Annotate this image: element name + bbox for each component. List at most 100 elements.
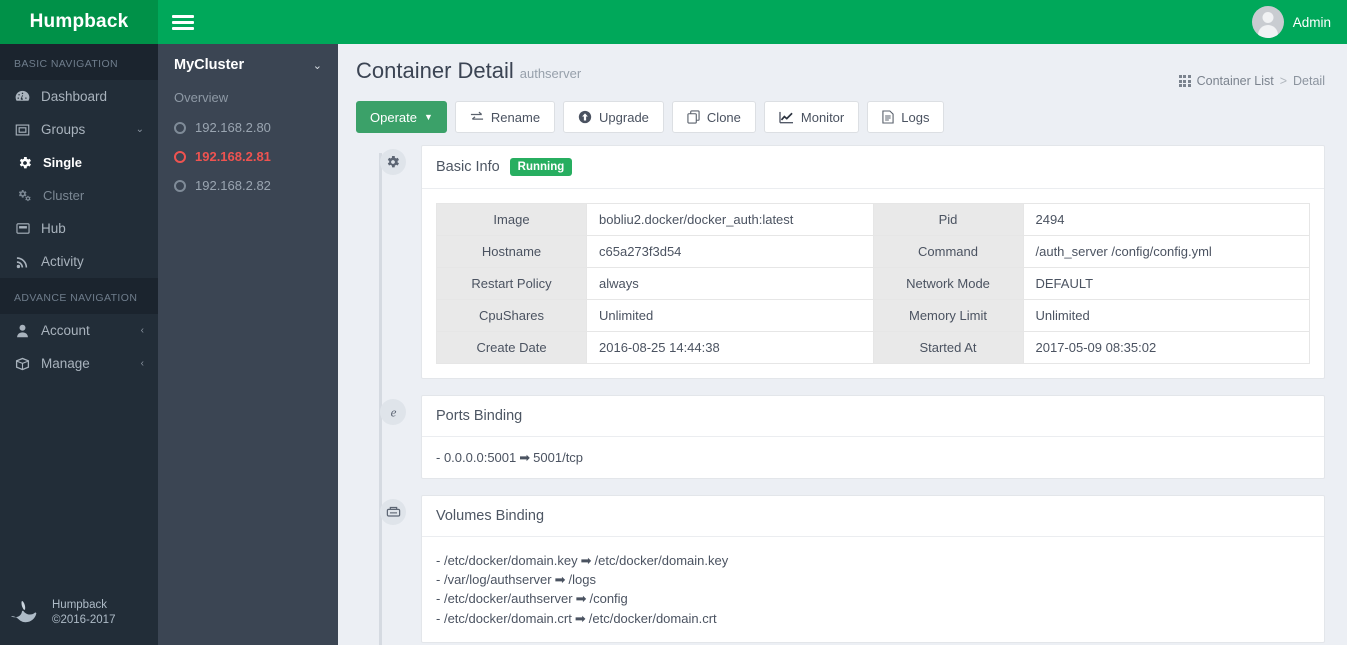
sidebar-item-manage[interactable]: Manage ‹ [0, 347, 158, 380]
volume-source: /etc/docker/authserver [443, 591, 573, 607]
node-status-icon [174, 150, 186, 163]
status-badge: Running [509, 158, 573, 176]
volumes-binding-body: - /etc/docker/domain.key ➡/etc/docker/dom… [422, 537, 1324, 642]
volume-source: /etc/docker/domain.key [443, 553, 578, 569]
caret-down-icon: ▼ [423, 112, 433, 122]
row-label: Pid [872, 203, 1024, 236]
page-header: Container Detail authserver Container Lis… [338, 44, 1347, 88]
operate-button[interactable]: Operate ▼ [356, 101, 447, 133]
table-row: Create Date 2016-08-25 14:44:38 Started … [436, 331, 1310, 364]
row-value: 2017-05-09 08:35:02 [1022, 331, 1310, 364]
node-status-icon [174, 121, 186, 134]
list-item: - /etc/docker/authserver ➡/config [436, 591, 628, 607]
cluster-node-item[interactable]: 192.168.2.81 [158, 142, 338, 171]
operate-button-label: Operate [370, 109, 417, 125]
basic-info-title: Basic Info [436, 159, 500, 175]
cluster-selector[interactable]: MyCluster ⌄ [158, 44, 338, 85]
table-row: CpuShares Unlimited Memory Limit Unlimit… [436, 299, 1310, 332]
cluster-node-item[interactable]: 192.168.2.82 [158, 171, 338, 200]
breadcrumb-container-list[interactable]: Container List [1197, 74, 1274, 88]
sidebar-item-activity[interactable]: Activity [0, 245, 158, 278]
line-chart-icon [779, 111, 794, 124]
whale-logo-icon [10, 600, 44, 626]
top-bar-main: Admin [158, 0, 1347, 44]
row-label: Restart Policy [436, 267, 587, 300]
table-row: Hostname c65a273f3d54 Command /auth_serv… [436, 235, 1310, 268]
logs-button[interactable]: Logs [867, 101, 945, 133]
ports-binding-card: Ports Binding - 0.0.0.0:5001 ➡ 5001/tcp [421, 395, 1325, 480]
arrow-right-icon: ➡ [575, 591, 587, 607]
hdd-icon [380, 499, 406, 526]
section-ports-binding: e Ports Binding - 0.0.0.0:5001 ➡ 5001/tcp [356, 395, 1325, 480]
volumes-binding-header: Volumes Binding [422, 496, 1324, 538]
row-label: Started At [872, 331, 1024, 364]
row-label: Create Date [436, 331, 587, 364]
cluster-node-item[interactable]: 192.168.2.80 [158, 113, 338, 142]
hamburger-icon[interactable] [172, 13, 194, 32]
row-value: 2016-08-25 14:44:38 [586, 331, 874, 364]
chevron-left-icon: ‹ [140, 358, 144, 369]
exchange-icon [470, 111, 484, 123]
table-row: Restart Policy always Network Mode DEFAU… [436, 267, 1310, 300]
chevron-left-icon: ‹ [140, 325, 144, 336]
row-label: Network Mode [872, 267, 1024, 300]
row-value: always [586, 267, 874, 300]
chevron-down-icon: ⌄ [135, 124, 144, 135]
breadcrumb: Container List > Detail [1178, 74, 1325, 88]
row-value: Unlimited [586, 299, 874, 332]
cluster-overview-link[interactable]: Overview [158, 85, 338, 113]
row-value: 2494 [1022, 203, 1310, 236]
sidebar-item-dashboard[interactable]: Dashboard [0, 80, 158, 113]
gear-icon [16, 156, 33, 170]
volume-source: /etc/docker/domain.crt [443, 610, 572, 626]
brand-logo[interactable]: Humpback [0, 0, 158, 44]
monitor-button[interactable]: Monitor [763, 101, 860, 133]
cluster-name: MyCluster [174, 57, 245, 73]
user-icon [14, 324, 31, 338]
arrow-right-icon: ➡ [580, 553, 592, 569]
sidebar-item-label: Cluster [43, 188, 85, 203]
activity-icon [14, 255, 31, 269]
ports-binding-header: Ports Binding [422, 396, 1324, 437]
rename-button[interactable]: Rename [454, 101, 556, 133]
node-ip: 192.168.2.80 [195, 120, 271, 135]
section-volumes-binding: Volumes Binding - /etc/docker/domain.key… [356, 495, 1325, 643]
list-item: - /etc/docker/domain.crt ➡/etc/docker/dom… [436, 610, 717, 626]
detail-timeline: Basic Info Running Image bobliu2.docker/… [338, 145, 1347, 645]
sidebar-item-label: Groups [41, 122, 86, 137]
sidebar-section-advance: ADVANCE NAVIGATION [0, 278, 158, 314]
volume-source: /var/log/authserver [443, 572, 552, 588]
arrow-right-icon: ➡ [519, 450, 531, 465]
gears-icon [16, 189, 33, 203]
volume-target: /config [589, 591, 628, 607]
table-row: Image bobliu2.docker/docker_auth:latest … [436, 203, 1310, 236]
sidebar-item-single[interactable]: Single [0, 146, 158, 179]
basic-info-header: Basic Info Running [422, 146, 1324, 189]
body-wrapper: BASIC NAVIGATION Dashboard Groups ⌄ Sing… [0, 44, 1347, 645]
hub-icon [14, 222, 31, 235]
user-name: Admin [1292, 14, 1331, 30]
upgrade-button[interactable]: Upgrade [563, 101, 664, 133]
volume-target: /logs [568, 572, 596, 588]
row-label: Memory Limit [872, 299, 1024, 332]
volume-target: /etc/docker/domain.key [594, 553, 729, 569]
breadcrumb-separator: > [1279, 74, 1288, 88]
sidebar-item-cluster[interactable]: Cluster [0, 179, 158, 212]
row-label: Command [872, 235, 1024, 268]
sidebar-item-label: Single [43, 155, 83, 170]
dashboard-icon [14, 90, 31, 103]
browser-icon: e [380, 399, 406, 425]
ports-binding-body: - 0.0.0.0:5001 ➡ 5001/tcp [422, 437, 1324, 478]
page-title: Container Detail authserver [356, 58, 581, 84]
user-menu[interactable]: Admin [1251, 6, 1331, 38]
page-title-text: Container Detail [356, 58, 514, 83]
sidebar-item-groups[interactable]: Groups ⌄ [0, 113, 158, 146]
row-label: CpuShares [436, 299, 587, 332]
row-value: DEFAULT [1022, 267, 1310, 300]
sidebar-item-hub[interactable]: Hub [0, 212, 158, 245]
groups-icon [14, 123, 31, 137]
sidebar-section-basic: BASIC NAVIGATION [0, 44, 158, 80]
clone-button[interactable]: Clone [671, 101, 756, 133]
sidebar-item-account[interactable]: Account ‹ [0, 314, 158, 347]
node-ip: 192.168.2.82 [195, 178, 271, 193]
